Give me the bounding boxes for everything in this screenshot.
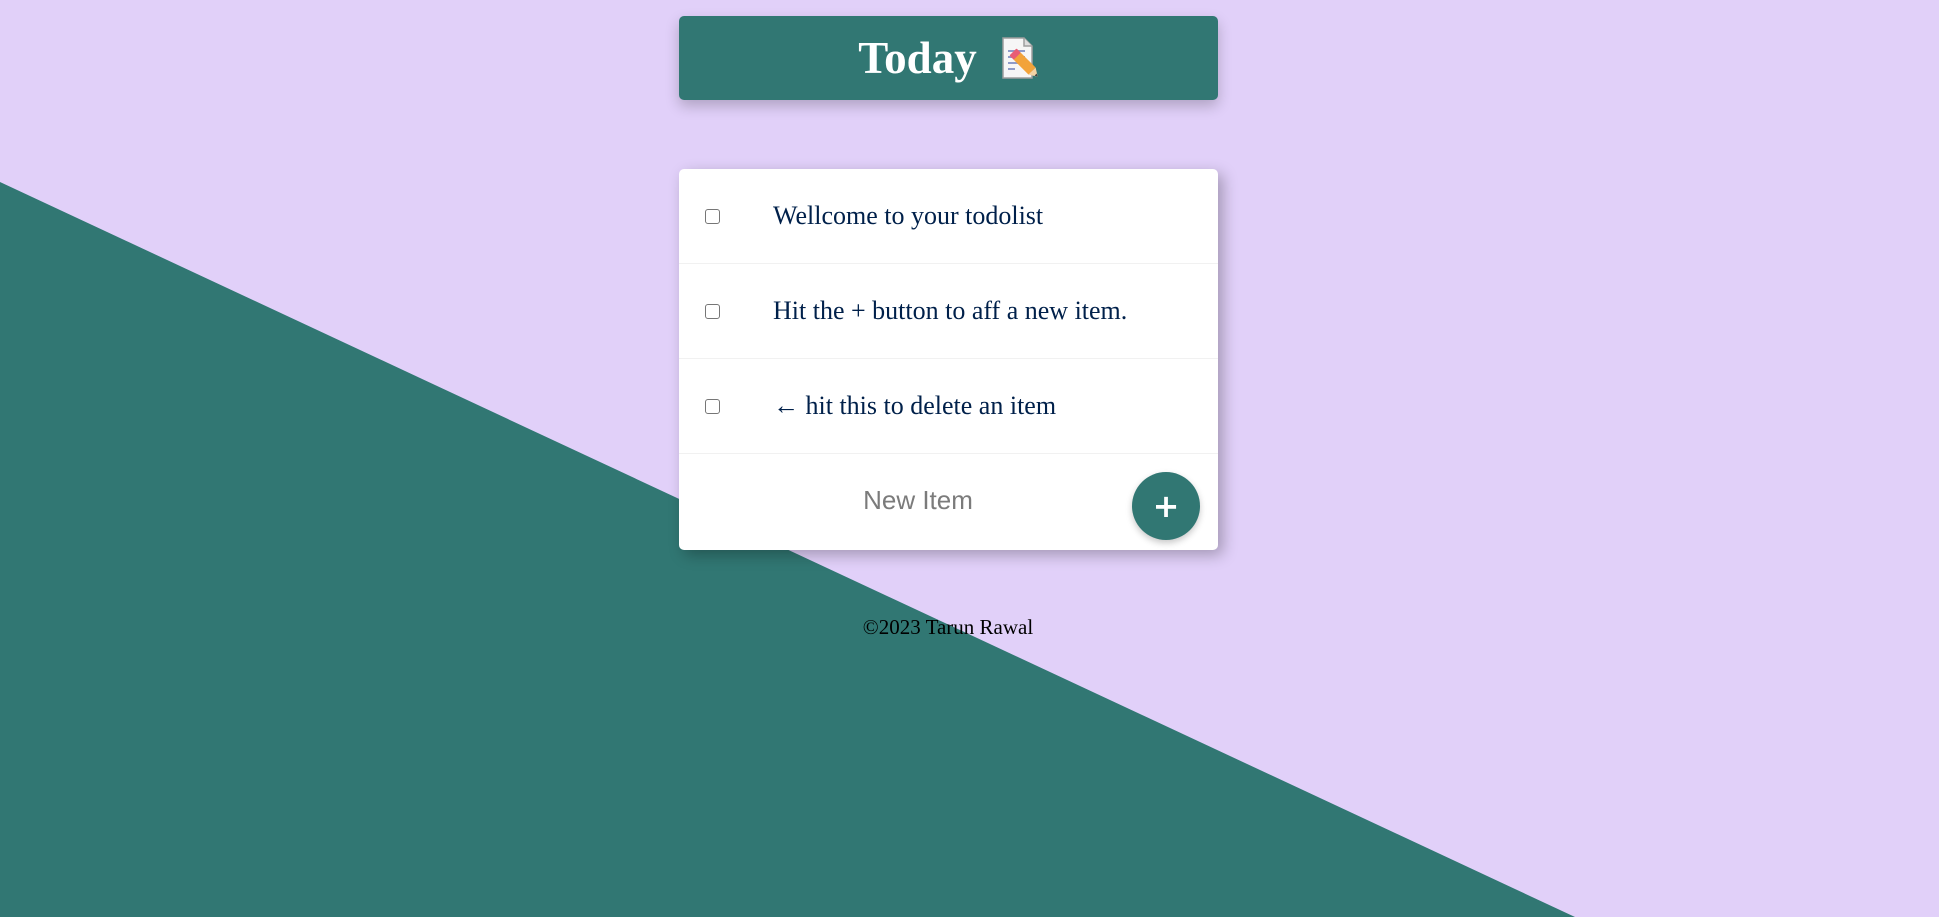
list-item: ← hit this to delete an item: [679, 359, 1218, 454]
new-item-form: +: [679, 454, 1218, 548]
list-item: Wellcome to your todolist: [679, 169, 1218, 264]
item-label: ← hit this to delete an item: [773, 391, 1057, 420]
item-checkbox[interactable]: [705, 398, 720, 414]
footer-copyright: ©2023 Tarun Rawal: [862, 615, 1034, 639]
list-item: Hit the + button to aff a new item.: [679, 264, 1218, 359]
page-title: Today: [858, 32, 977, 83]
new-item-input[interactable]: [758, 475, 1078, 525]
item-checkbox[interactable]: [705, 208, 720, 224]
add-item-button[interactable]: +: [1132, 472, 1200, 540]
item-checkbox[interactable]: [705, 303, 720, 319]
item-label: Wellcome to your todolist: [773, 201, 1044, 230]
header-box: Today: [679, 16, 1218, 100]
memo-icon: [999, 36, 1039, 80]
todo-list-card: Wellcome to your todolist Hit the + butt…: [679, 169, 1218, 550]
item-label: Hit the + button to aff a new item.: [773, 296, 1128, 325]
